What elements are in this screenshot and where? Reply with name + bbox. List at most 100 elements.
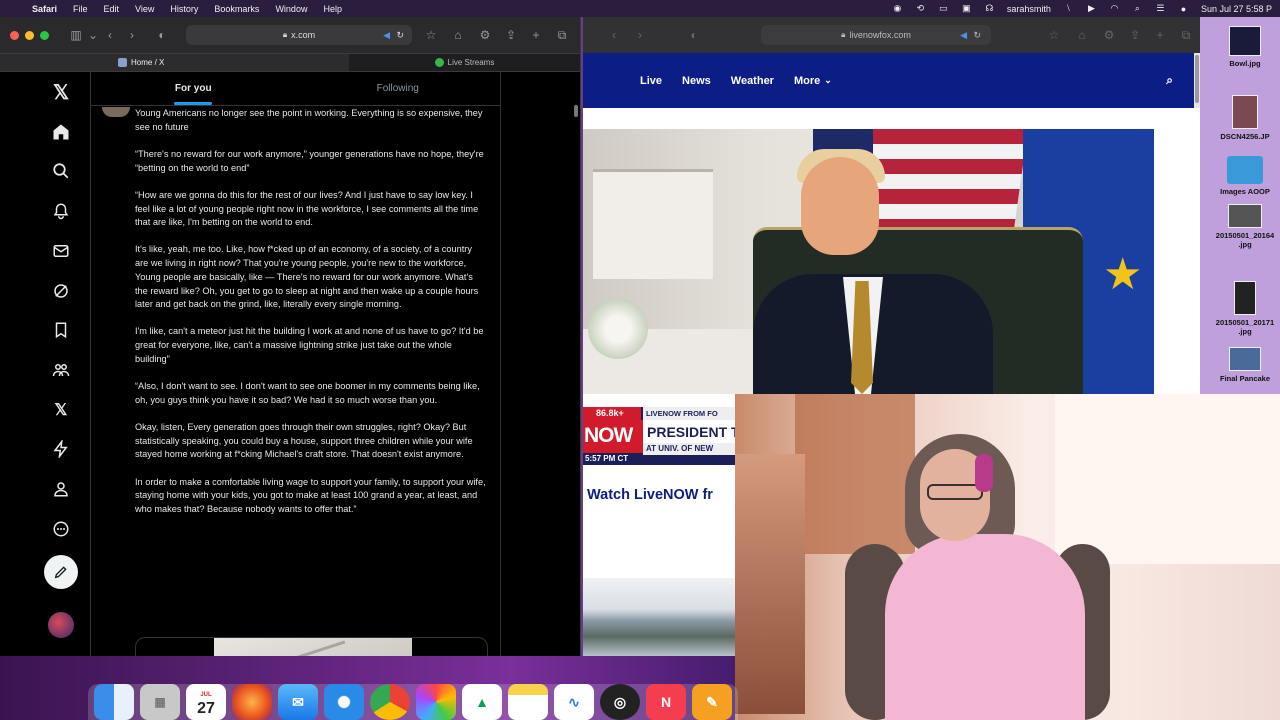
address-bar[interactable]: 🔒︎ x.com ◀︎ ↻ xyxy=(186,25,412,45)
control-center-icon[interactable]: ☰ xyxy=(1155,3,1166,14)
account-avatar[interactable] xyxy=(48,612,74,638)
nav-more[interactable]: More xyxy=(774,75,820,87)
settings-gear-icon[interactable]: ⚙ xyxy=(1098,28,1120,42)
article-thumbnail[interactable] xyxy=(583,578,735,656)
search-icon[interactable]: ⌕ xyxy=(1166,73,1173,88)
audio-playing-icon[interactable]: ◀︎ xyxy=(960,30,967,41)
minimize-window-button[interactable] xyxy=(25,30,34,40)
tab-for-you[interactable]: For you xyxy=(91,72,296,105)
freeform-icon[interactable]: ∿ xyxy=(554,684,594,720)
play-icon[interactable]: ▶ xyxy=(1086,3,1097,14)
calendar-icon[interactable]: JUL 27 xyxy=(186,684,226,720)
desktop-file-final-pancake[interactable]: Final Pancake xyxy=(1212,347,1278,383)
menu-edit[interactable]: Edit xyxy=(96,4,128,14)
menubar-username[interactable]: sarahsmith xyxy=(1007,4,1051,14)
headphones-icon[interactable]: ☊ xyxy=(984,3,995,14)
privacy-shield-icon[interactable]: ◐ xyxy=(683,28,705,42)
reload-icon[interactable]: ↻ xyxy=(973,30,981,41)
grok-icon[interactable] xyxy=(49,279,73,303)
menu-help[interactable]: Help xyxy=(315,4,350,14)
bookmark-star-icon[interactable]: ☆ xyxy=(420,28,442,42)
nav-weather[interactable]: Weather xyxy=(711,75,774,87)
page-scrollbar[interactable] xyxy=(1194,53,1200,108)
tab-overview-icon[interactable]: ⧉ xyxy=(1175,28,1197,43)
author-avatar[interactable] xyxy=(102,107,130,117)
firefox-icon[interactable] xyxy=(232,684,272,720)
forward-icon[interactable]: › xyxy=(629,28,651,42)
menu-view[interactable]: View xyxy=(127,4,162,14)
tab-home-x[interactable]: Home / X xyxy=(0,54,349,71)
launchpad-icon[interactable]: ▦ xyxy=(140,684,180,720)
wifi-icon[interactable]: ◠ xyxy=(1109,3,1120,14)
page-scrollbar[interactable] xyxy=(574,105,578,117)
settings-gear-icon[interactable]: ⚙ xyxy=(474,28,496,42)
bookmarks-icon[interactable] xyxy=(49,318,73,342)
compose-post-button[interactable] xyxy=(44,555,78,589)
close-window-button[interactable] xyxy=(10,30,19,40)
menu-bookmarks[interactable]: Bookmarks xyxy=(206,4,267,14)
sidebar-icon[interactable]: ▥ xyxy=(65,28,87,42)
audio-playing-icon[interactable]: ◀︎ xyxy=(383,30,390,41)
nav-more-chevron-icon[interactable]: ⌄ xyxy=(824,75,832,86)
notifications-bell-icon[interactable] xyxy=(49,199,73,223)
premium-x-icon[interactable]: 𝕏 xyxy=(49,398,73,422)
safari-icon[interactable] xyxy=(324,684,364,720)
tab-following[interactable]: Following xyxy=(296,72,501,105)
share-icon[interactable]: ⇪ xyxy=(500,28,522,42)
nav-news[interactable]: News xyxy=(662,75,711,87)
forward-icon[interactable]: › xyxy=(121,28,143,42)
reload-icon[interactable]: ↻ xyxy=(396,30,404,41)
desktop-file-20150501-20164[interactable]: 20150501_20164 .jpg xyxy=(1212,204,1278,249)
menu-history[interactable]: History xyxy=(162,4,206,14)
screen-record-icon[interactable]: ◉ xyxy=(892,3,903,14)
menu-app-safari[interactable]: Safari xyxy=(24,4,65,14)
desktop-file-bowl[interactable]: Bowl.jpg xyxy=(1212,26,1278,68)
back-icon[interactable]: ‹ xyxy=(603,28,625,42)
desktop-folder-images[interactable]: Images AOOP xyxy=(1212,156,1278,196)
home-nav-icon[interactable] xyxy=(49,120,73,144)
zoom-window-button[interactable] xyxy=(40,30,49,40)
watch-livenow-heading[interactable]: Watch LiveNOW fr xyxy=(587,487,713,503)
finder-icon[interactable] xyxy=(94,684,134,720)
menubar-clock[interactable]: Sun Jul 27 5:58 P xyxy=(1201,4,1272,14)
pages-icon[interactable]: ✎ xyxy=(692,684,732,720)
profile-icon[interactable] xyxy=(49,477,73,501)
x-logo-icon[interactable]: 𝕏 xyxy=(49,80,73,104)
mute-icon[interactable]: ⧵ xyxy=(1063,3,1074,14)
desktop-file-dscn4256[interactable]: DSCN4256.JP xyxy=(1212,95,1278,141)
search-icon[interactable]: ⌕ xyxy=(1132,3,1143,14)
home-icon[interactable]: ⌂ xyxy=(447,28,469,42)
news-icon[interactable]: N xyxy=(646,684,686,720)
menu-window[interactable]: Window xyxy=(267,4,315,14)
tab-live-streams[interactable]: Live Streams xyxy=(349,54,580,71)
google-drive-icon[interactable]: ▲ xyxy=(462,684,502,720)
desktop-file-20150501-20171[interactable]: 20150501_20171 .jpg xyxy=(1212,281,1278,336)
live-video-player[interactable]: ★ xyxy=(583,129,1154,394)
mail-icon[interactable]: ✉ xyxy=(278,684,318,720)
home-icon[interactable]: ⌂ xyxy=(1071,28,1093,42)
chrome-icon[interactable] xyxy=(370,684,410,720)
window-icon[interactable]: ▣ xyxy=(961,3,972,14)
more-circle-icon[interactable] xyxy=(49,517,73,541)
post-video-media[interactable] xyxy=(135,637,488,656)
post[interactable]: Young Americans no longer see the point … xyxy=(91,107,501,656)
privacy-shield-icon[interactable]: ◐ xyxy=(151,28,173,42)
bookmark-star-icon[interactable]: ☆ xyxy=(1043,28,1065,42)
time-machine-icon[interactable]: ⟲ xyxy=(915,3,926,14)
communities-icon[interactable] xyxy=(49,358,73,382)
menu-file[interactable]: File xyxy=(65,4,96,14)
notes-icon[interactable] xyxy=(508,684,548,720)
back-icon[interactable]: ‹ xyxy=(99,28,121,42)
obs-icon[interactable]: ◎ xyxy=(600,684,640,720)
display-icon[interactable]: ▭ xyxy=(938,3,949,14)
nav-live[interactable]: Live xyxy=(583,75,662,87)
photos-icon[interactable] xyxy=(416,684,456,720)
messages-envelope-icon[interactable] xyxy=(49,239,73,263)
siri-icon[interactable]: ● xyxy=(1178,3,1189,14)
chevron-down-icon[interactable]: ⌄ xyxy=(87,28,99,42)
new-tab-icon[interactable]: + xyxy=(1149,28,1171,42)
tab-overview-icon[interactable]: ⧉ xyxy=(551,28,573,43)
new-tab-icon[interactable]: + xyxy=(525,28,547,42)
share-icon[interactable]: ⇪ xyxy=(1124,28,1146,42)
verified-orgs-lightning-icon[interactable] xyxy=(49,437,73,461)
